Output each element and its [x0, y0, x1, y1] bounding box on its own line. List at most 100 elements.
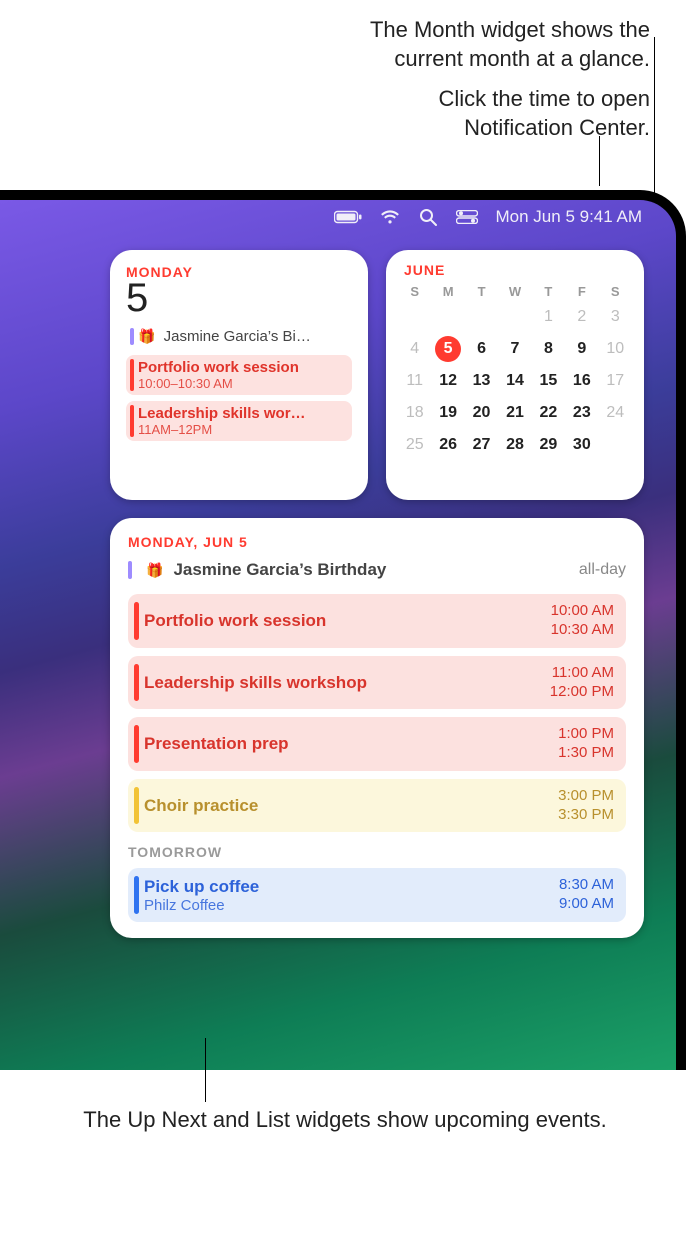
menu-bar-datetime[interactable]: Mon Jun 5 9:41 AM [496, 207, 642, 227]
callout-line [205, 1038, 206, 1102]
month-day-cell[interactable]: 20 [465, 397, 498, 429]
event-title: Leadership skills workshop [144, 673, 367, 692]
event-color-bar [134, 602, 139, 640]
event-times: 11:00 AM12:00 PM [550, 664, 614, 702]
month-dow: T [465, 282, 498, 301]
device-bezel: Mon Jun 5 9:41 AM MONDAY 5 🎁 [0, 190, 686, 1070]
event-times: 10:00 AM10:30 AM [551, 602, 614, 640]
list-event[interactable]: Pick up coffeePhilz Coffee 8:30 AM9:00 AM [128, 868, 626, 922]
event-title: Presentation prep [144, 734, 289, 753]
callout-line [599, 136, 600, 186]
month-day-cell[interactable]: 27 [465, 429, 498, 461]
event-color-bar [130, 359, 134, 391]
month-label: JUNE [404, 262, 632, 278]
event-times: 8:30 AM9:00 AM [559, 876, 614, 914]
month-day-cell [398, 301, 431, 333]
upnext-day-number: 5 [126, 278, 352, 318]
month-day-cell[interactable]: 19 [431, 397, 464, 429]
all-day-label: all-day [579, 561, 626, 579]
event-title: Choir practice [144, 796, 258, 815]
month-day-cell[interactable]: 5 [431, 333, 464, 365]
month-grid: SMTWTFS 12345678910111213141516171819202… [398, 282, 632, 461]
upnext-event[interactable]: 🎁 Jasmine Garcia’s Bi… [126, 324, 352, 349]
gift-icon: 🎁 [138, 328, 155, 344]
month-day-cell[interactable]: 6 [465, 333, 498, 365]
event-title: Pick up coffee [144, 877, 259, 896]
month-day-cell[interactable]: 8 [532, 333, 565, 365]
month-dow: T [532, 282, 565, 301]
month-day-cell[interactable]: 25 [398, 429, 431, 461]
month-day-cell[interactable]: 2 [565, 301, 598, 333]
list-event[interactable]: Leadership skills workshop 11:00 AM12:00 … [128, 656, 626, 710]
month-day-cell[interactable]: 15 [532, 365, 565, 397]
list-event[interactable]: Presentation prep 1:00 PM1:30 PM [128, 717, 626, 771]
month-day-cell[interactable]: 11 [398, 365, 431, 397]
month-day-cell[interactable]: 16 [565, 365, 598, 397]
desktop-screen: Mon Jun 5 9:41 AM MONDAY 5 🎁 [0, 200, 676, 1070]
event-subtitle: Philz Coffee [144, 897, 259, 914]
event-time: 11AM–12PM [138, 422, 344, 437]
all-day-event[interactable]: 🎁 Jasmine Garcia’s Birthday all-day [128, 558, 626, 586]
calendar-list-widget[interactable]: MONDAY, JUN 5 🎁 Jasmine Garcia’s Birthda… [110, 518, 644, 938]
wifi-icon[interactable] [380, 207, 400, 227]
event-color-bar [134, 664, 139, 702]
month-day-cell[interactable]: 17 [599, 365, 632, 397]
month-day-cell[interactable]: 30 [565, 429, 598, 461]
month-day-cell[interactable]: 13 [465, 365, 498, 397]
calendar-up-next-widget[interactable]: MONDAY 5 🎁 Jasmine Garcia’s Bi… [110, 250, 368, 500]
widget-area: MONDAY 5 🎁 Jasmine Garcia’s Bi… [110, 250, 646, 938]
event-title: Leadership skills wor… [138, 405, 344, 422]
month-day-cell[interactable]: 3 [599, 301, 632, 333]
event-title: Jasmine Garcia’s Birthday [173, 560, 386, 580]
month-day-cell[interactable]: 28 [498, 429, 531, 461]
month-day-cell[interactable]: 9 [565, 333, 598, 365]
event-color-bar [128, 561, 132, 579]
event-time: 10:00–10:30 AM [138, 376, 344, 391]
month-day-cell[interactable]: 18 [398, 397, 431, 429]
event-times: 3:00 PM3:30 PM [558, 787, 614, 825]
event-title: Portfolio work session [138, 359, 344, 376]
month-dow: S [599, 282, 632, 301]
gift-icon: 🎁 [146, 562, 163, 579]
month-day-cell[interactable]: 24 [599, 397, 632, 429]
event-title: Jasmine Garcia’s Bi… [164, 328, 311, 345]
month-dow: M [431, 282, 464, 301]
month-day-cell [465, 301, 498, 333]
month-day-cell[interactable]: 10 [599, 333, 632, 365]
calendar-month-widget[interactable]: JUNE SMTWTFS 123456789101112131415161718… [386, 250, 644, 500]
event-color-bar [134, 787, 139, 825]
month-day-cell[interactable]: 29 [532, 429, 565, 461]
list-event[interactable]: Choir practice 3:00 PM3:30 PM [128, 779, 626, 833]
month-day-cell[interactable]: 22 [532, 397, 565, 429]
month-day-cell[interactable]: 1 [532, 301, 565, 333]
upnext-event[interactable]: Portfolio work session 10:00–10:30 AM [126, 355, 352, 395]
upnext-event[interactable]: Leadership skills wor… 11AM–12PM [126, 401, 352, 441]
month-day-cell [599, 429, 632, 461]
month-day-cell[interactable]: 14 [498, 365, 531, 397]
annotation-list-widget: The Up Next and List widgets show upcomi… [0, 1106, 690, 1135]
list-day-heading: MONDAY, JUN 5 [128, 534, 626, 550]
month-dow: W [498, 282, 531, 301]
event-times: 1:00 PM1:30 PM [558, 725, 614, 763]
battery-status-icon[interactable] [334, 210, 362, 224]
month-dow: F [565, 282, 598, 301]
annotation-click-time: Click the time to open Notification Cent… [438, 85, 650, 142]
month-day-cell[interactable]: 21 [498, 397, 531, 429]
month-day-cell[interactable]: 12 [431, 365, 464, 397]
event-color-bar [134, 725, 139, 763]
event-color-bar [130, 328, 134, 345]
control-center-icon[interactable] [456, 210, 478, 224]
event-title: Portfolio work session [144, 611, 326, 630]
month-day-cell [498, 301, 531, 333]
month-dow: S [398, 282, 431, 301]
annotation-month-widget: The Month widget shows the current month… [370, 16, 650, 73]
month-day-cell[interactable]: 7 [498, 333, 531, 365]
month-day-cell[interactable]: 23 [565, 397, 598, 429]
month-day-cell[interactable]: 26 [431, 429, 464, 461]
menu-bar: Mon Jun 5 9:41 AM [0, 200, 676, 234]
month-day-cell[interactable]: 4 [398, 333, 431, 365]
event-color-bar [134, 876, 139, 914]
month-day-cell [431, 301, 464, 333]
list-event[interactable]: Portfolio work session 10:00 AM10:30 AM [128, 594, 626, 648]
spotlight-search-icon[interactable] [418, 207, 438, 227]
